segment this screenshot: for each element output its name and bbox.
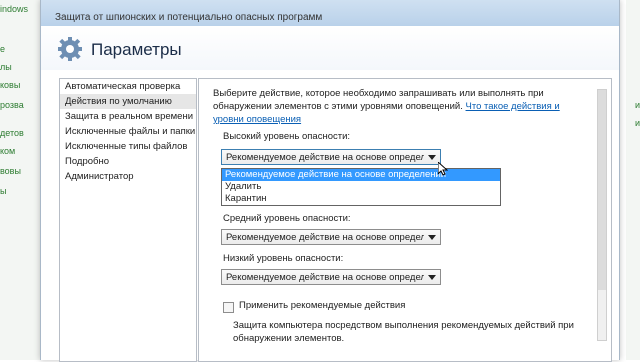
nav-item-excluded-files[interactable]: Исключенные файлы и папки bbox=[60, 124, 196, 139]
nav-item-default-actions[interactable]: Действия по умолчанию bbox=[60, 94, 196, 109]
dialog-header: Параметры bbox=[41, 26, 619, 70]
background-text: е bbox=[0, 44, 6, 54]
background-text: ковы bbox=[0, 80, 21, 90]
nav-item-advanced[interactable]: Подробно bbox=[60, 154, 196, 169]
apply-recommended-description: Защита компьютера посредством выполнения… bbox=[233, 320, 574, 344]
background-text: ком bbox=[0, 146, 16, 156]
dialog-title: Параметры bbox=[91, 40, 182, 59]
nav-item-excluded-types[interactable]: Исключенные типы файлов bbox=[60, 139, 196, 154]
high-alert-dropdown-list: Рекомендуемое действие на основе определ… bbox=[221, 168, 501, 206]
background-text: лы bbox=[0, 62, 12, 72]
options-dialog: Защита от шпионских и потенциально опасн… bbox=[40, 0, 620, 362]
dropdown-option-remove[interactable]: Удалить bbox=[222, 181, 500, 193]
medium-alert-select[interactable]: Рекомендуемое действие на основе определ… bbox=[221, 229, 441, 245]
apply-recommended-label: Применить рекомендуемые действия bbox=[239, 300, 406, 311]
dropdown-option-quarantine[interactable]: Карантин bbox=[222, 193, 500, 205]
background-text: ы bbox=[0, 186, 7, 196]
mouse-pointer-icon bbox=[438, 162, 448, 176]
high-alert-value: Рекомендуемое действие на основе определ… bbox=[226, 152, 424, 163]
nav-item-realtime-protection[interactable]: Защита в реальном времени bbox=[60, 109, 196, 124]
background-text: и bbox=[634, 100, 640, 110]
nav-item-auto-scan[interactable]: Автоматическая проверка bbox=[60, 79, 196, 94]
apply-recommended-checkbox[interactable] bbox=[223, 302, 234, 313]
titlebar[interactable]: Защита от шпионских и потенциально опасн… bbox=[41, 0, 619, 27]
options-nav: Автоматическая проверка Действия по умол… bbox=[59, 78, 197, 362]
scrollbar-thumb[interactable] bbox=[598, 90, 606, 290]
medium-alert-label: Средний уровень опасности: bbox=[223, 213, 351, 224]
background-text: вовы bbox=[0, 166, 21, 176]
chevron-down-icon bbox=[428, 155, 436, 160]
gear-icon bbox=[58, 37, 82, 61]
low-alert-label: Низкий уровень опасности: bbox=[223, 253, 344, 264]
chevron-down-icon bbox=[428, 275, 436, 280]
background-text: розва bbox=[0, 100, 24, 110]
high-alert-label: Высокий уровень опасности: bbox=[223, 131, 351, 142]
background-window-right: и и bbox=[626, 0, 640, 360]
nav-item-administrator[interactable]: Администратор bbox=[60, 169, 196, 184]
description: Выберите действие, которое необходимо за… bbox=[213, 87, 593, 126]
high-alert-select[interactable]: Рекомендуемое действие на основе определ… bbox=[221, 149, 441, 165]
medium-alert-value: Рекомендуемое действие на основе определ… bbox=[226, 232, 424, 243]
background-text: и bbox=[634, 118, 640, 128]
dropdown-option-recommended[interactable]: Рекомендуемое действие на основе определ… bbox=[222, 169, 500, 181]
background-text: детов bbox=[0, 128, 24, 138]
low-alert-select[interactable]: Рекомендуемое действие на основе определ… bbox=[221, 269, 441, 285]
chevron-down-icon bbox=[428, 235, 436, 240]
background-text: indows bbox=[0, 4, 29, 14]
content-panel: Выберите действие, которое необходимо за… bbox=[198, 78, 612, 362]
vertical-scrollbar[interactable] bbox=[597, 89, 607, 341]
titlebar-title: Защита от шпионских и потенциально опасн… bbox=[55, 12, 323, 23]
low-alert-value: Рекомендуемое действие на основе определ… bbox=[226, 272, 424, 283]
